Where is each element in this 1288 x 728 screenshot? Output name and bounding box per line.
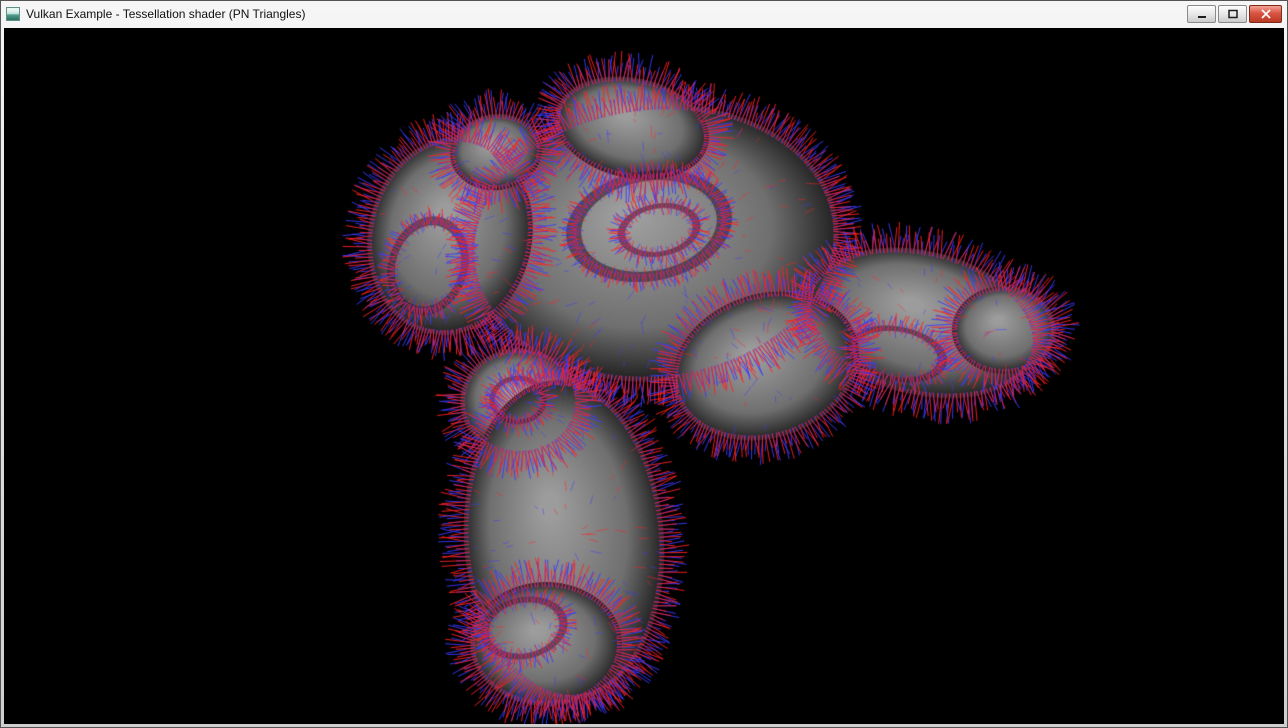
- title-bar[interactable]: Vulkan Example - Tessellation shader (PN…: [1, 1, 1287, 27]
- app-icon: [6, 7, 20, 21]
- close-icon: [1260, 9, 1272, 19]
- minimize-button[interactable]: [1187, 5, 1216, 23]
- app-window: Vulkan Example - Tessellation shader (PN…: [0, 0, 1288, 728]
- window-title: Vulkan Example - Tessellation shader (PN…: [26, 7, 305, 21]
- maximize-icon: [1227, 9, 1239, 19]
- render-viewport[interactable]: [4, 28, 1284, 724]
- close-button[interactable]: [1249, 5, 1282, 23]
- minimize-icon: [1196, 9, 1208, 19]
- window-controls: [1185, 5, 1282, 23]
- maximize-button[interactable]: [1218, 5, 1247, 23]
